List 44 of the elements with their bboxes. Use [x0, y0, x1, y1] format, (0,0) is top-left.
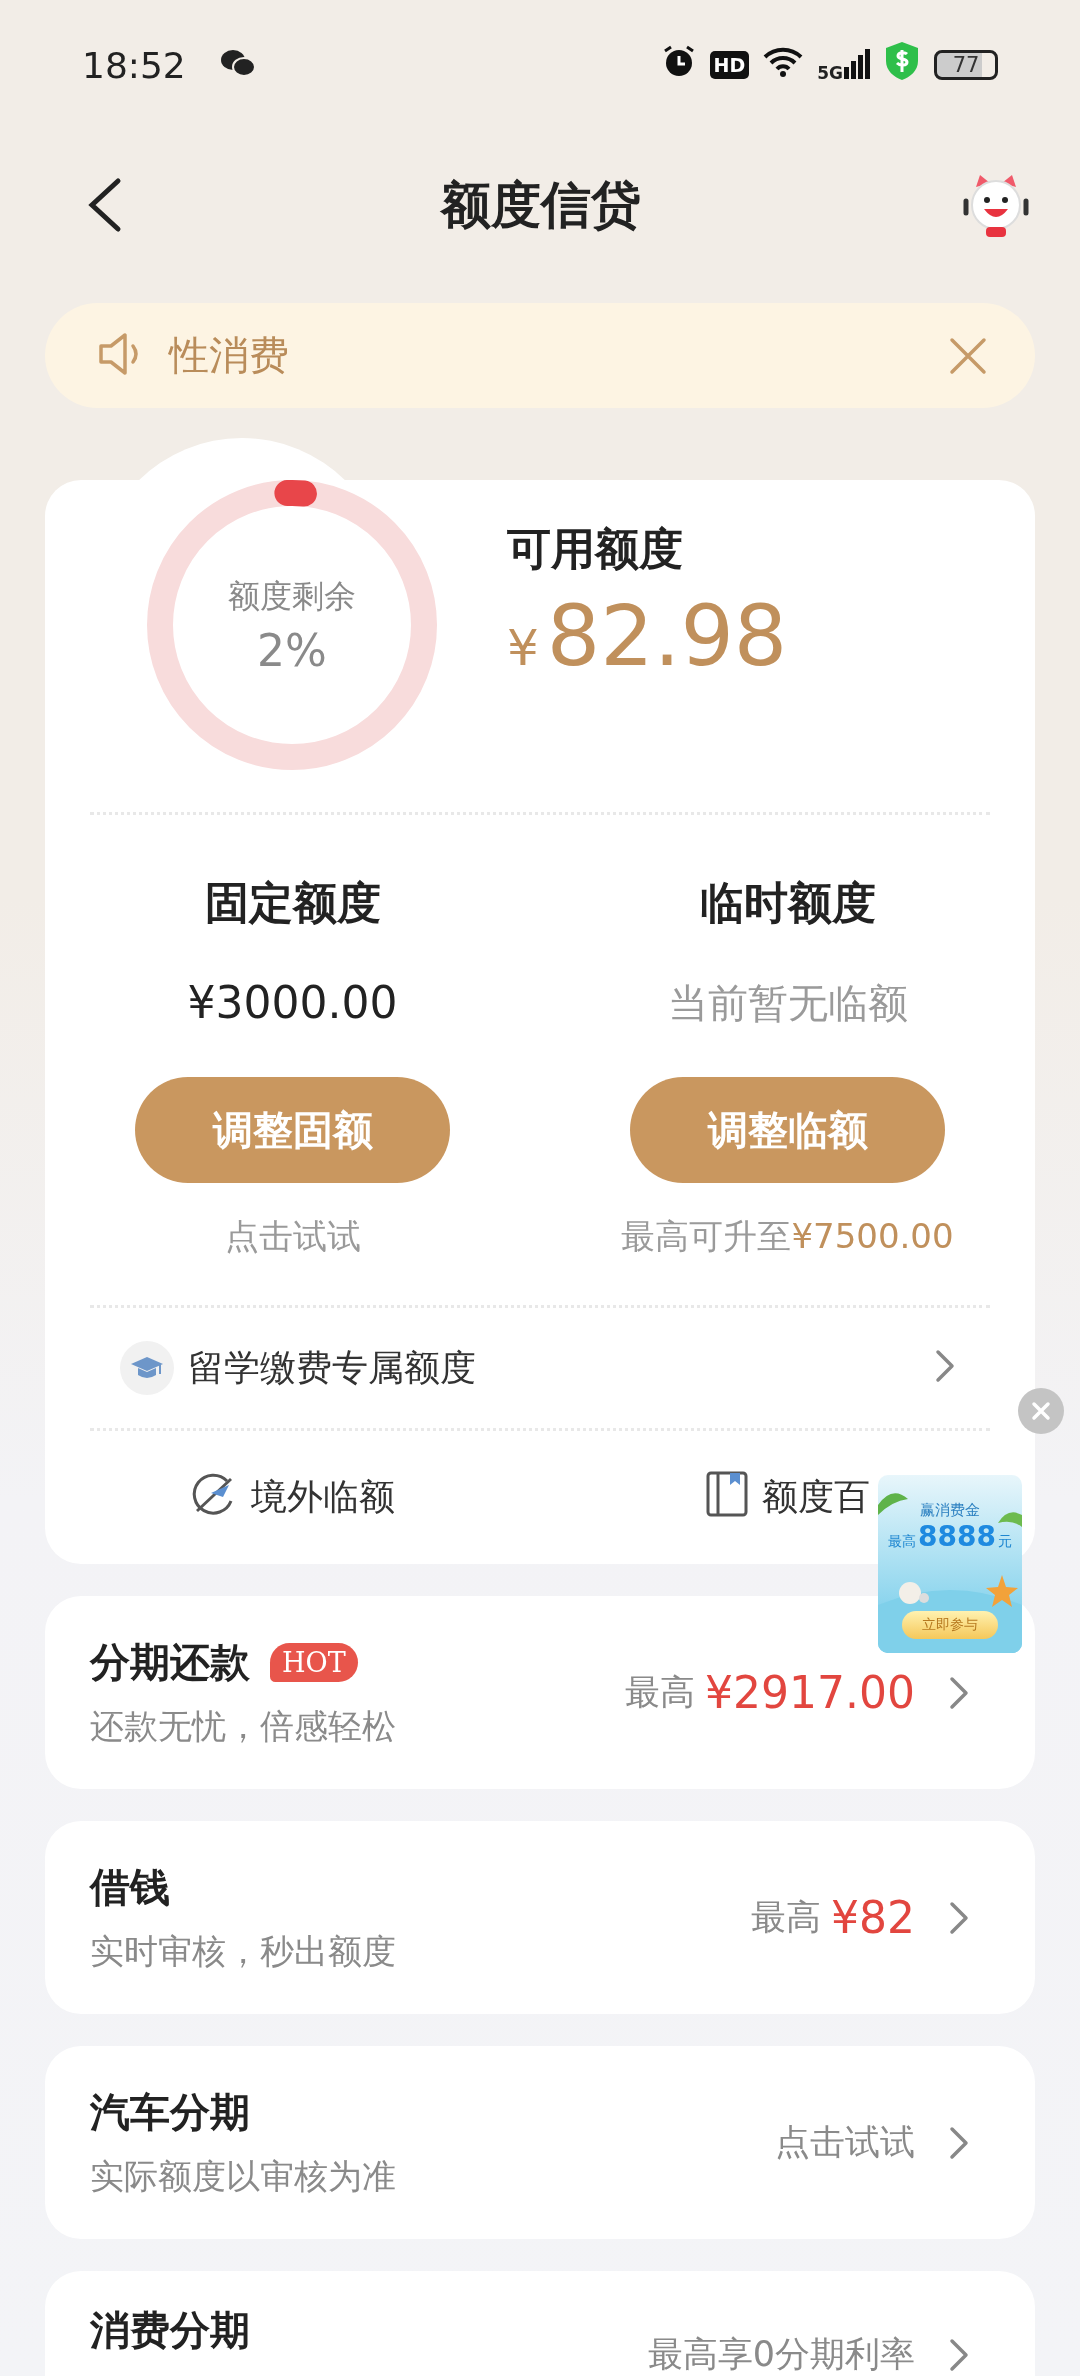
- promo-title: 赢消费金: [920, 1501, 980, 1520]
- quota-value: ¥3000.00: [187, 976, 398, 1030]
- available-label: 可用额度: [507, 522, 684, 576]
- product-card[interactable]: 汽车分期 实际额度以审核为准 点击试试: [45, 2046, 1035, 2239]
- time-text: 18:52: [82, 44, 187, 86]
- hot-badge: HOT: [270, 1643, 358, 1682]
- available-amount: 82.98: [546, 587, 788, 685]
- limit-amount: ¥82: [831, 1892, 915, 1943]
- chevron-icon: [949, 2337, 969, 2372]
- product-note: 最高享0分期利率: [647, 2333, 915, 2376]
- remaining-label: 额度剩余: [228, 575, 356, 617]
- quota-title: 固定额度: [204, 876, 381, 930]
- limit-amount: ¥2917.00: [705, 1667, 915, 1718]
- back-button[interactable]: [86, 177, 122, 233]
- product-title: 分期还款: [90, 1638, 250, 1687]
- chevron-icon: [949, 2125, 969, 2160]
- chevron-icon: [949, 1900, 969, 1935]
- quota-title: 临时额度: [699, 876, 876, 930]
- product-card[interactable]: 消费分期 最高享0分期利率: [45, 2271, 1035, 2376]
- battery-icon: 77: [934, 50, 998, 80]
- quota-value: 当前暂无临额: [667, 979, 908, 1028]
- promo-banner[interactable]: 赢消费金 最高 8888 元 立即参与: [878, 1475, 1022, 1653]
- product-title: 借钱: [90, 1863, 170, 1912]
- product-card[interactable]: 借钱 实时审核，秒出额度 最高 ¥82: [45, 1821, 1035, 2014]
- quota-link[interactable]: 境外临额: [45, 1431, 540, 1564]
- promo-amount: 最高 8888 元: [888, 1520, 1012, 1553]
- limit-label: 最高: [625, 1671, 696, 1714]
- remaining-percent: 2%: [257, 624, 327, 676]
- page-title: 额度信贷: [441, 174, 641, 236]
- product-subtitle: 实际额度以审核为准: [90, 2155, 397, 2198]
- product-subtitle: 还款无忧，倍感轻松: [90, 1705, 397, 1748]
- notice-text: 性消费: [169, 331, 290, 380]
- hd-icon: HD: [709, 51, 750, 79]
- quota-hint: 点击试试: [224, 1215, 361, 1258]
- product-subtitle: 实时审核，秒出额度: [90, 1930, 397, 1973]
- special-quota-text: 留学缴费专属额度: [188, 1345, 477, 1390]
- currency-sign: ¥: [507, 619, 539, 677]
- quota-hint: 最高可升至¥7500.00: [621, 1215, 954, 1258]
- limit-label: 最高: [751, 1896, 821, 1939]
- chevron-icon: [949, 1675, 969, 1710]
- product-title: 消费分期: [90, 2306, 250, 2355]
- product-title: 汽车分期: [90, 2088, 250, 2137]
- special-quota-row[interactable]: 留学缴费专属额度: [45, 1308, 1035, 1428]
- product-note: 点击试试: [775, 2121, 915, 2164]
